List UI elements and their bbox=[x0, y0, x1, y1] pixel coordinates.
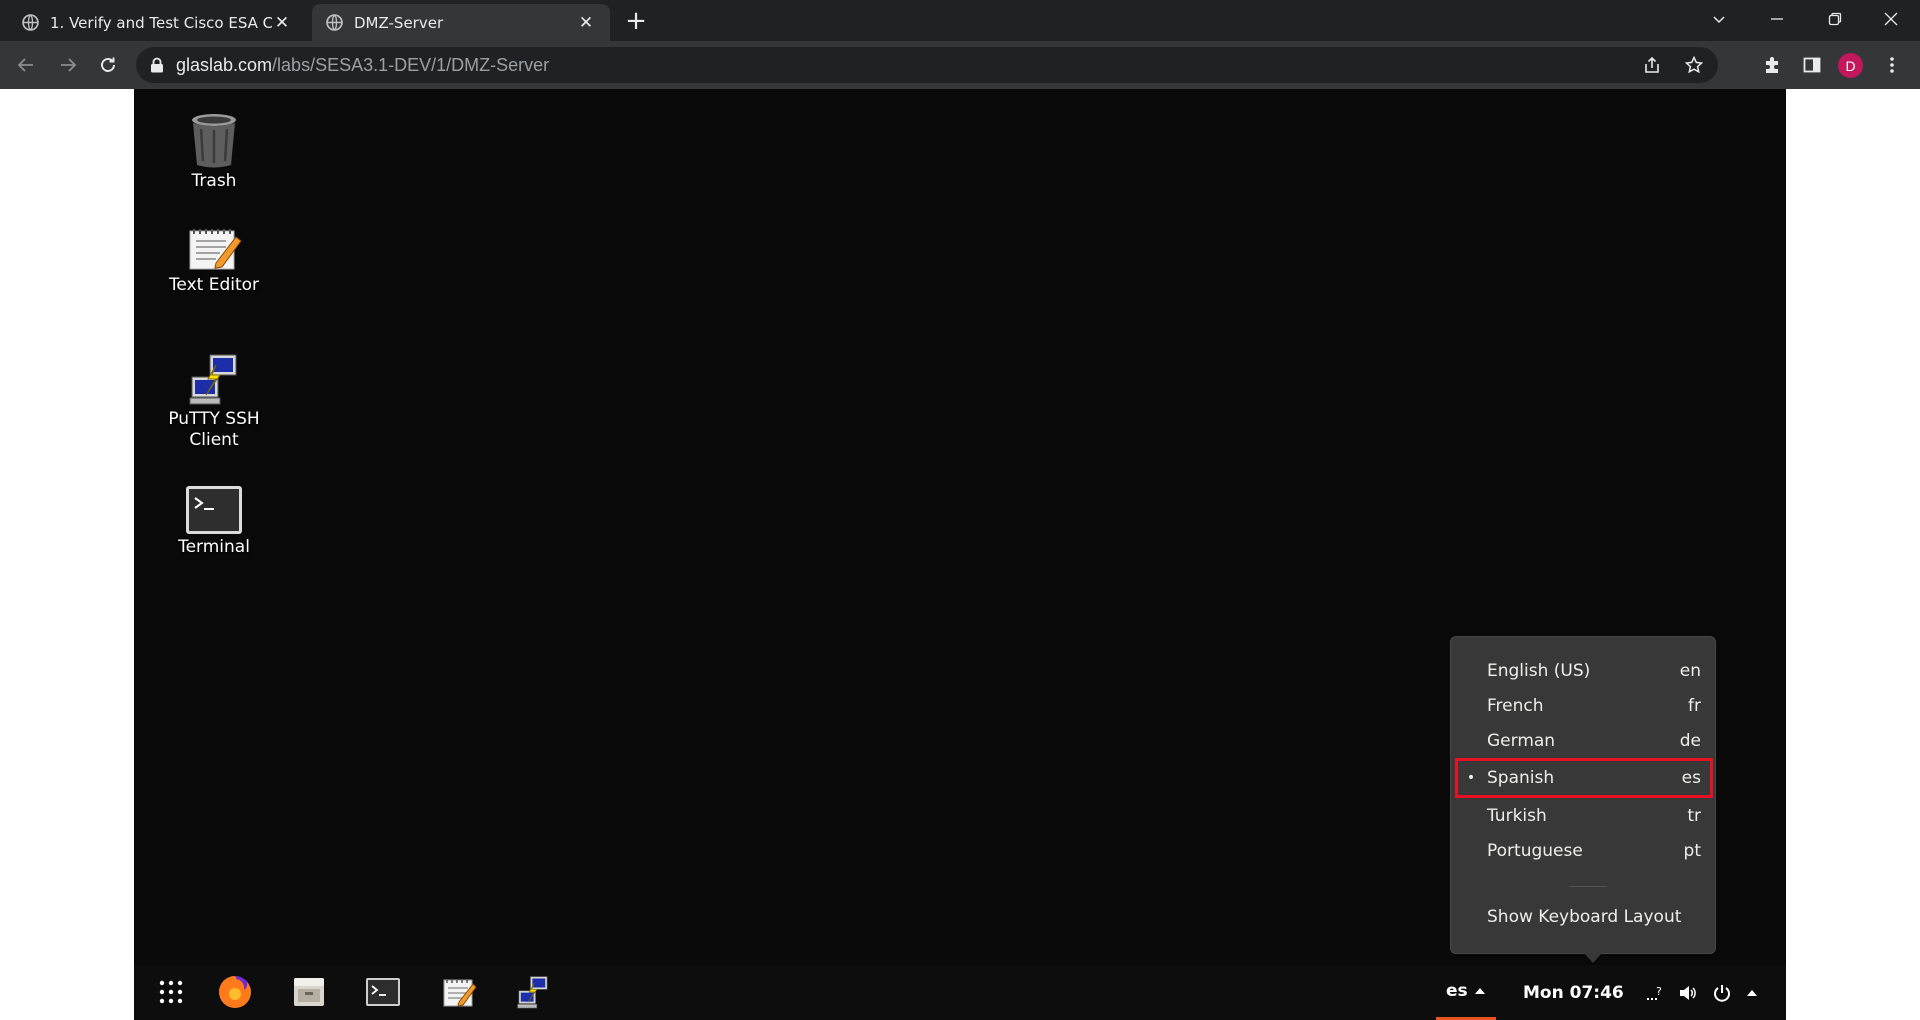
globe-icon bbox=[22, 14, 39, 31]
menu-item-label: Spanish bbox=[1487, 768, 1555, 788]
dock-putty[interactable] bbox=[514, 973, 552, 1011]
menu-pointer bbox=[1584, 953, 1602, 963]
back-arrow-icon bbox=[17, 58, 33, 72]
keyboard-indicator-label: es bbox=[1446, 981, 1468, 1001]
text-editor-icon bbox=[443, 979, 477, 1007]
dock-files[interactable] bbox=[290, 973, 328, 1011]
menu-item-label: Turkish bbox=[1487, 805, 1547, 826]
firefox-icon bbox=[219, 976, 251, 1008]
desktop-icon-putty[interactable]: PuTTY SSH Client bbox=[134, 351, 294, 451]
menu-item-turkish[interactable]: Turkish tr bbox=[1455, 798, 1713, 833]
desktop-icon-label: Terminal bbox=[178, 537, 250, 557]
dock-text-editor[interactable] bbox=[440, 973, 478, 1011]
url-path: /labs/SESA3.1-DEV/1/DMZ-Server bbox=[272, 54, 550, 75]
profile-avatar[interactable]: D bbox=[1838, 53, 1863, 78]
extensions-puzzle-icon[interactable] bbox=[1760, 53, 1784, 77]
new-tab-button[interactable]: + bbox=[622, 8, 650, 36]
menu-item-code: es bbox=[1681, 768, 1701, 788]
close-window-icon[interactable] bbox=[1862, 0, 1920, 38]
trash-icon bbox=[192, 114, 236, 168]
menu-item-code: fr bbox=[1688, 695, 1701, 716]
panel-clock[interactable]: Mon 07:46 bbox=[1523, 965, 1624, 1020]
menu-item-code: pt bbox=[1683, 840, 1701, 861]
reload-button[interactable] bbox=[92, 49, 124, 81]
close-tab-icon[interactable]: ✕ bbox=[576, 13, 596, 33]
terminal-icon bbox=[186, 486, 242, 534]
menu-item-english[interactable]: English (US) en bbox=[1455, 653, 1713, 688]
menu-item-portuguese[interactable]: Portuguese pt bbox=[1455, 833, 1713, 868]
menu-item-label: German bbox=[1487, 730, 1556, 751]
network-icon: ? bbox=[1647, 985, 1662, 1000]
reload-icon bbox=[101, 57, 115, 72]
forward-arrow-icon bbox=[61, 58, 77, 72]
share-icon[interactable] bbox=[1642, 55, 1662, 75]
tab-search-chevron-icon[interactable] bbox=[1690, 0, 1748, 38]
desktop-icon-trash[interactable]: Trash bbox=[134, 111, 294, 192]
forward-button[interactable] bbox=[52, 49, 84, 81]
dock-firefox[interactable] bbox=[216, 973, 254, 1011]
menu-item-label: French bbox=[1487, 695, 1544, 716]
desktop-icon-terminal[interactable]: Terminal bbox=[134, 485, 294, 558]
show-applications-button[interactable] bbox=[152, 973, 190, 1011]
browser-tab[interactable]: 1. Verify and Test Cisco ESA Confi ✕ bbox=[8, 4, 306, 41]
putty-icon bbox=[189, 354, 237, 405]
lock-icon bbox=[151, 57, 163, 73]
system-tray[interactable]: ? bbox=[1644, 965, 1758, 1020]
menu-separator bbox=[1569, 886, 1607, 887]
apps-grid-icon bbox=[159, 980, 183, 1004]
menu-item-german[interactable]: German de bbox=[1455, 723, 1713, 758]
url-host: glaslab.com bbox=[176, 54, 273, 75]
menu-item-code: en bbox=[1679, 660, 1701, 681]
side-panel-icon[interactable] bbox=[1800, 53, 1824, 77]
dock-terminal[interactable] bbox=[364, 973, 402, 1011]
close-tab-icon[interactable]: ✕ bbox=[272, 13, 292, 33]
back-button[interactable] bbox=[10, 49, 42, 81]
more-menu-icon[interactable] bbox=[1880, 53, 1904, 77]
desktop-icon-label: Text Editor bbox=[168, 275, 260, 295]
svg-text:?: ? bbox=[1656, 985, 1662, 998]
address-bar[interactable]: glaslab.com/labs/SESA3.1-DEV/1/DMZ-Serve… bbox=[136, 47, 1718, 83]
volume-icon bbox=[1680, 985, 1696, 1000]
text-editor-icon bbox=[189, 229, 242, 270]
menu-item-label: English (US) bbox=[1487, 660, 1591, 681]
browser-tab-active[interactable]: DMZ-Server ✕ bbox=[312, 4, 610, 41]
tab-title: DMZ-Server bbox=[354, 13, 444, 32]
tab-title: 1. Verify and Test Cisco ESA Confi bbox=[50, 13, 272, 32]
globe-icon bbox=[326, 14, 343, 31]
bookmark-star-icon[interactable] bbox=[1684, 55, 1704, 75]
menu-item-spanish[interactable]: • Spanish es bbox=[1455, 758, 1713, 798]
remote-desktop[interactable]: Trash Text Editor PuTTY SSH Client Termi… bbox=[134, 89, 1786, 1020]
browser-tab-bar: 1. Verify and Test Cisco ESA Confi ✕ DMZ… bbox=[0, 0, 1920, 41]
terminal-icon bbox=[366, 978, 400, 1006]
selected-bullet-icon: • bbox=[1466, 770, 1476, 786]
desktop-icon-label: PuTTY SSH Client bbox=[168, 409, 260, 450]
desktop-icon-text-editor[interactable]: Text Editor bbox=[134, 225, 294, 296]
files-icon bbox=[294, 978, 324, 1006]
restore-icon[interactable] bbox=[1806, 0, 1864, 38]
menu-item-french[interactable]: French fr bbox=[1455, 688, 1713, 723]
keyboard-layout-menu: English (US) en French fr German de • Sp… bbox=[1450, 636, 1716, 954]
show-keyboard-layout-item[interactable]: Show Keyboard Layout bbox=[1487, 907, 1681, 927]
url-text: glaslab.com/labs/SESA3.1-DEV/1/DMZ-Serve… bbox=[176, 55, 549, 76]
keyboard-indicator[interactable]: es bbox=[1436, 965, 1496, 1020]
menu-item-code: de bbox=[1679, 730, 1701, 751]
browser-toolbar: glaslab.com/labs/SESA3.1-DEV/1/DMZ-Serve… bbox=[0, 41, 1920, 89]
power-icon bbox=[1714, 984, 1730, 1002]
minimize-icon[interactable] bbox=[1748, 0, 1806, 38]
putty-icon bbox=[517, 976, 548, 1009]
desktop-icon-label: Trash bbox=[191, 171, 237, 191]
menu-item-label: Portuguese bbox=[1487, 840, 1583, 861]
caret-up-icon bbox=[1474, 988, 1485, 994]
bottom-panel: es Mon 07:46 ? bbox=[134, 965, 1786, 1020]
menu-item-code: tr bbox=[1687, 805, 1701, 826]
caret-up-icon bbox=[1747, 989, 1757, 996]
